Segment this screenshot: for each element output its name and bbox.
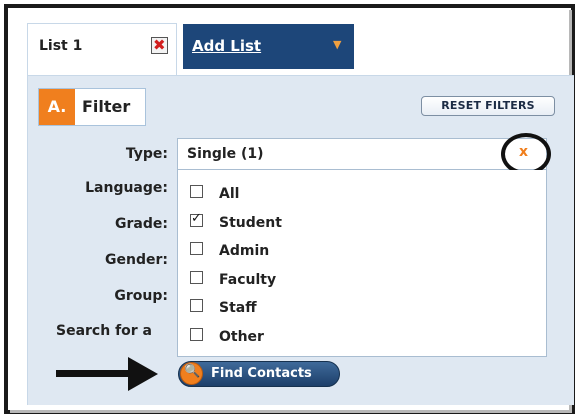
caret-down-icon[interactable]: ▼ [333,38,341,51]
grade-label: Grade: [115,216,168,232]
option-label: Student [219,215,282,231]
checkbox-icon[interactable] [190,299,203,312]
checkbox-icon[interactable] [190,242,203,255]
option-label: Admin [219,243,270,259]
section-letter: A. [39,89,75,125]
option-label: Faculty [219,272,277,288]
clear-icon[interactable]: x [519,144,528,160]
checkbox-icon[interactable] [190,185,203,198]
find-contacts-label: Find Contacts [211,366,312,381]
section-title: Filter [82,97,131,116]
add-list-link[interactable]: Add List [192,37,261,55]
checkbox-checked-icon[interactable] [190,211,203,227]
option-label: All [219,186,240,202]
close-icon[interactable] [151,36,168,54]
reset-filters-button[interactable]: RESET FILTERS [421,96,555,116]
type-select-value: Single (1) [187,146,264,162]
option-label: Staff [219,300,257,316]
type-label: Type: [125,146,168,162]
arrow-head-icon [128,357,158,391]
group-label: Group: [114,288,168,304]
gender-label: Gender: [105,252,168,268]
option-label: Other [219,329,264,345]
language-label: Language: [85,180,168,196]
arrow-icon [56,370,132,377]
checkbox-icon[interactable] [190,328,203,341]
checkbox-icon[interactable] [190,271,203,284]
search-label: Search for a [56,323,153,339]
tab-list-1-label: List 1 [39,38,83,54]
magnifier-icon [180,362,203,385]
